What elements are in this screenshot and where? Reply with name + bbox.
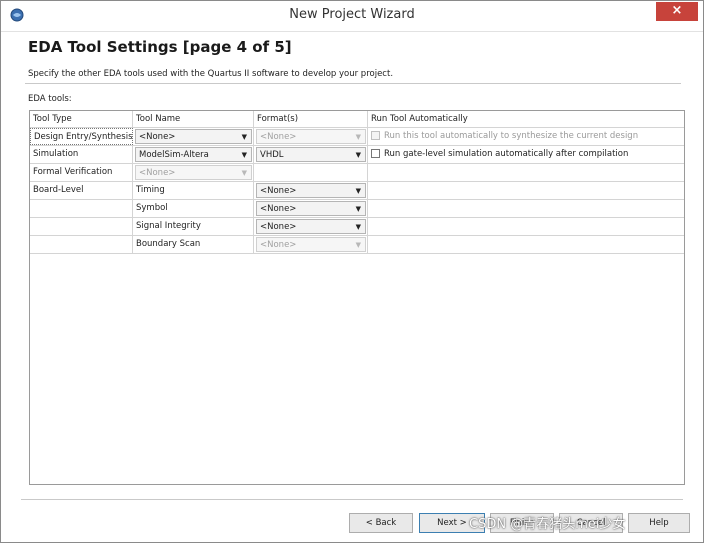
dropdown-value: VHDL xyxy=(260,150,284,160)
column-header-tool-type: Tool Type xyxy=(30,111,133,128)
table-row: Board-Level Timing <None> ▼ xyxy=(30,182,684,200)
run-tool-cell xyxy=(368,164,684,181)
chevron-down-icon: ▼ xyxy=(241,133,247,141)
tool-name-dropdown[interactable]: ModelSim-Altera ▼ xyxy=(135,147,252,162)
dropdown-value: <None> xyxy=(260,222,297,232)
tool-name-cell: <None> ▼ xyxy=(133,128,254,145)
tool-type-cell xyxy=(30,200,133,217)
column-header-formats: Format(s) xyxy=(254,111,368,128)
table-row: Design Entry/Synthesis <None> ▼ <None> ▼… xyxy=(30,128,684,146)
chevron-down-icon: ▼ xyxy=(355,223,361,231)
chevron-down-icon: ▼ xyxy=(355,205,361,213)
format-cell: <None> ▼ xyxy=(254,236,368,253)
dropdown-value: <None> xyxy=(260,240,297,250)
format-cell: <None> ▼ xyxy=(254,218,368,235)
tool-type-cell[interactable]: Board-Level xyxy=(30,182,133,199)
eda-tools-label: EDA tools: xyxy=(28,94,72,104)
tool-name-cell: Timing xyxy=(133,182,254,199)
tool-name-cell: Symbol xyxy=(133,200,254,217)
wizard-window: New Project Wizard × EDA Tool Settings [… xyxy=(0,0,704,543)
back-button[interactable]: < Back xyxy=(349,513,413,533)
run-tool-cell xyxy=(368,200,684,217)
run-tool-cell xyxy=(368,182,684,199)
chevron-down-icon: ▼ xyxy=(241,169,247,177)
dropdown-value: ModelSim-Altera xyxy=(139,150,209,160)
window-title: New Project Wizard xyxy=(289,7,415,22)
format-cell: <None> ▼ xyxy=(254,182,368,199)
tool-type-cell xyxy=(30,236,133,253)
tool-name-cell: Boundary Scan xyxy=(133,236,254,253)
column-header-run-tool: Run Tool Automatically xyxy=(368,111,684,128)
csdn-watermark: CSDN @青春猪头mei少女 xyxy=(469,517,626,532)
page-description: Specify the other EDA tools used with th… xyxy=(28,69,394,79)
format-dropdown[interactable]: <None> ▼ xyxy=(256,219,366,234)
tool-type-cell[interactable]: Formal Verification xyxy=(30,164,133,181)
page-heading: EDA Tool Settings [page 4 of 5] xyxy=(28,38,292,56)
format-dropdown: <None> ▼ xyxy=(256,237,366,252)
format-cell xyxy=(254,164,368,181)
format-cell: VHDL ▼ xyxy=(254,146,368,163)
dropdown-value: <None> xyxy=(139,132,176,142)
footer-divider xyxy=(21,499,683,500)
run-tool-cell xyxy=(368,218,684,235)
tool-name-cell: <None> ▼ xyxy=(133,164,254,181)
table-row: Simulation ModelSim-Altera ▼ VHDL ▼ Run … xyxy=(30,146,684,164)
tool-name-dropdown[interactable]: <None> ▼ xyxy=(135,129,252,144)
run-tool-cell: Run this tool automatically to synthesiz… xyxy=(368,128,684,145)
dropdown-value: <None> xyxy=(139,168,176,178)
tool-name-dropdown: <None> ▼ xyxy=(135,165,252,180)
run-synthesis-label: Run this tool automatically to synthesiz… xyxy=(384,131,639,141)
tool-name-cell: Signal Integrity xyxy=(133,218,254,235)
table-row: Boundary Scan <None> ▼ xyxy=(30,236,684,254)
format-cell: <None> ▼ xyxy=(254,128,368,145)
run-synthesis-checkbox xyxy=(371,131,380,140)
format-dropdown[interactable]: <None> ▼ xyxy=(256,201,366,216)
eda-tools-table: Tool Type Tool Name Format(s) Run Tool A… xyxy=(29,110,685,485)
chevron-down-icon: ▼ xyxy=(355,241,361,249)
tool-type-cell[interactable]: Design Entry/Synthesis xyxy=(30,128,133,145)
table-row: Formal Verification <None> ▼ xyxy=(30,164,684,182)
run-tool-cell: Run gate-level simulation automatically … xyxy=(368,146,684,163)
tool-type-cell[interactable]: Simulation xyxy=(30,146,133,163)
dropdown-value: <None> xyxy=(260,186,297,196)
run-simulation-label[interactable]: Run gate-level simulation automatically … xyxy=(384,146,628,163)
tool-name-cell: ModelSim-Altera ▼ xyxy=(133,146,254,163)
run-simulation-checkbox[interactable] xyxy=(371,149,380,158)
table-row: Signal Integrity <None> ▼ xyxy=(30,218,684,236)
dropdown-value: <None> xyxy=(260,132,297,142)
table-row: Symbol <None> ▼ xyxy=(30,200,684,218)
format-dropdown[interactable]: <None> ▼ xyxy=(256,183,366,198)
dropdown-value: <None> xyxy=(260,204,297,214)
title-bar: New Project Wizard × xyxy=(1,1,703,32)
chevron-down-icon: ▼ xyxy=(355,151,361,159)
format-dropdown: <None> ▼ xyxy=(256,129,366,144)
header-divider xyxy=(25,83,681,84)
format-cell: <None> ▼ xyxy=(254,200,368,217)
tool-type-cell xyxy=(30,218,133,235)
run-tool-cell xyxy=(368,236,684,253)
format-dropdown[interactable]: VHDL ▼ xyxy=(256,147,366,162)
chevron-down-icon: ▼ xyxy=(355,133,361,141)
close-button[interactable]: × xyxy=(656,2,698,21)
column-header-tool-name: Tool Name xyxy=(133,111,254,128)
chevron-down-icon: ▼ xyxy=(355,187,361,195)
chevron-down-icon: ▼ xyxy=(241,151,247,159)
help-button[interactable]: Help xyxy=(628,513,690,533)
